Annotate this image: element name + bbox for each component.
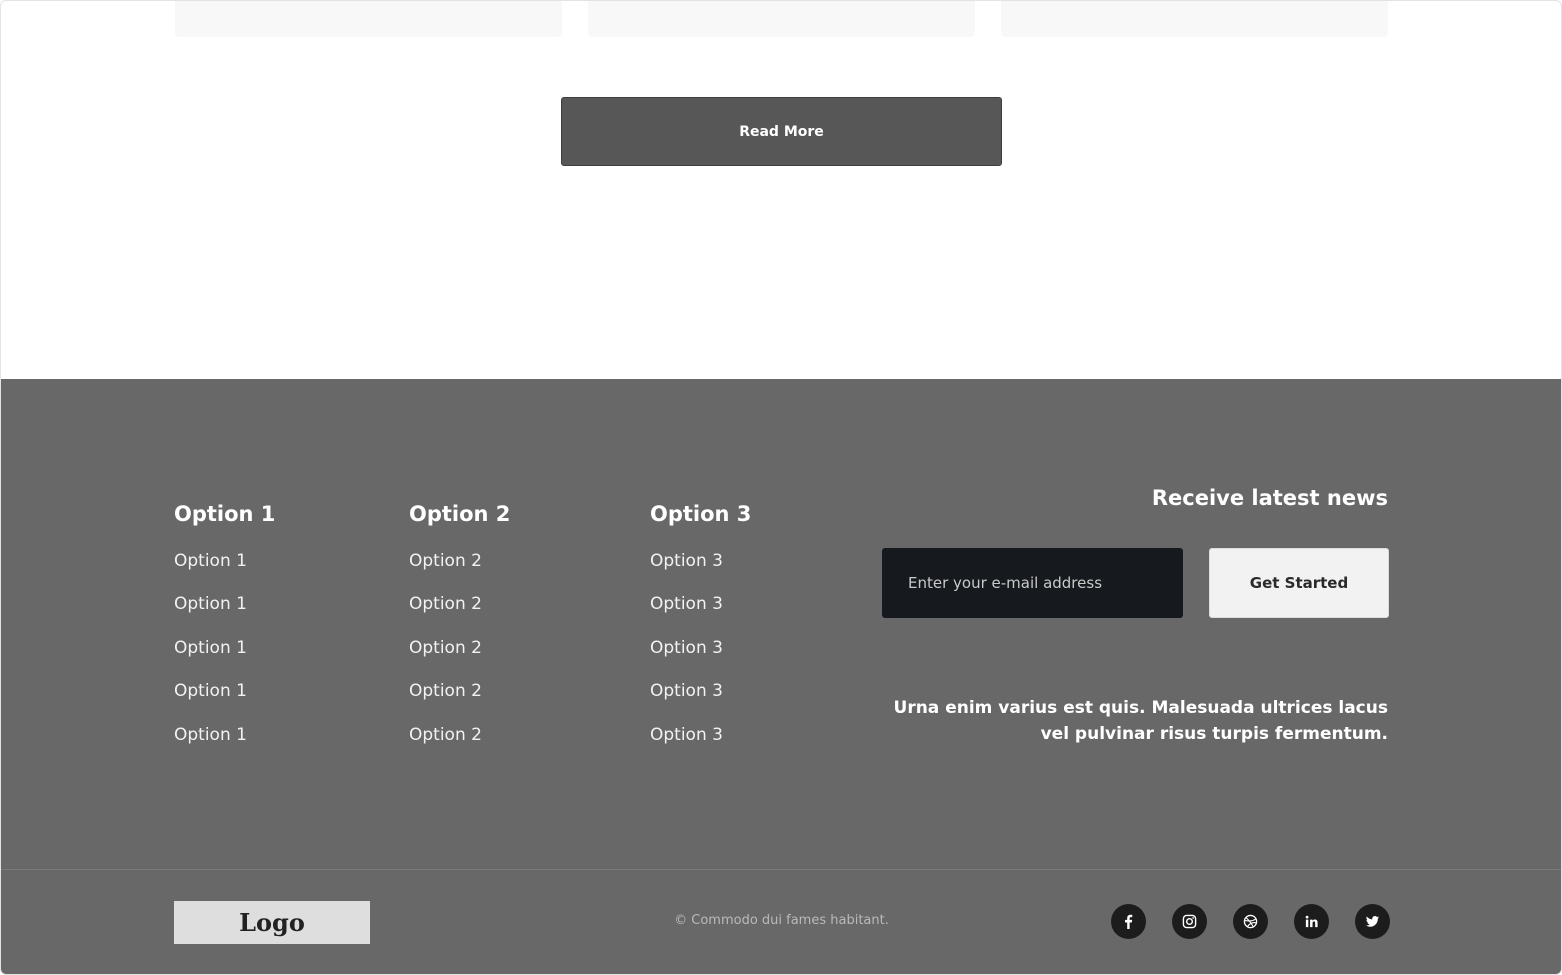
linkedin-icon[interactable] (1294, 904, 1329, 939)
footer-link[interactable]: Option 1 (174, 594, 275, 637)
copyright-text: © Commodo dui fames habitant. (674, 913, 889, 928)
social-links (1111, 904, 1390, 939)
footer-link[interactable]: Option 2 (409, 638, 510, 681)
logo[interactable]: Logo (174, 901, 370, 944)
footer-link[interactable]: Option 1 (174, 551, 275, 594)
footer-column-title: Option 2 (409, 502, 511, 526)
get-started-button[interactable]: Get Started (1209, 548, 1389, 618)
footer-link[interactable]: Option 2 (409, 551, 510, 594)
page: Read More Option 1 Option 1 Option 1 Opt… (0, 0, 1562, 975)
newsletter-description: Urna enim varius est quis. Malesuada ult… (893, 698, 1388, 744)
instagram-icon[interactable] (1172, 904, 1207, 939)
footer-link-list: Option 1 Option 1 Option 1 Option 1 Opti… (174, 551, 275, 768)
footer-link[interactable]: Option 3 (650, 725, 751, 768)
footer-column-1: Option 1 Option 1 Option 1 Option 1 Opti… (174, 499, 275, 768)
footer-link[interactable]: Option 3 (650, 681, 751, 724)
card-placeholder (588, 1, 975, 37)
footer-link[interactable]: Option 3 (650, 638, 751, 681)
facebook-icon[interactable] (1111, 904, 1146, 939)
footer-link[interactable]: Option 2 (409, 681, 510, 724)
footer-column-2: Option 2 Option 2 Option 2 Option 2 Opti… (409, 499, 510, 768)
footer-link[interactable]: Option 1 (174, 681, 275, 724)
footer-column-title: Option 3 (650, 502, 752, 526)
footer-divider (1, 869, 1561, 870)
footer-link[interactable]: Option 2 (409, 725, 510, 768)
card-placeholder (1001, 1, 1388, 37)
card-placeholder (175, 1, 562, 37)
footer: Option 1 Option 1 Option 1 Option 1 Opti… (1, 379, 1561, 974)
twitter-icon[interactable] (1355, 904, 1390, 939)
footer-link-list: Option 3 Option 3 Option 3 Option 3 Opti… (650, 551, 751, 768)
footer-link-list: Option 2 Option 2 Option 2 Option 2 Opti… (409, 551, 510, 768)
email-input[interactable] (882, 548, 1183, 618)
newsletter-title: Receive latest news (1151, 486, 1388, 510)
footer-link[interactable]: Option 3 (650, 594, 751, 637)
read-more-button[interactable]: Read More (561, 97, 1002, 166)
footer-link[interactable]: Option 2 (409, 594, 510, 637)
dribbble-icon[interactable] (1233, 904, 1268, 939)
footer-column-title: Option 1 (174, 502, 276, 526)
footer-link[interactable]: Option 1 (174, 725, 275, 768)
footer-column-3: Option 3 Option 3 Option 3 Option 3 Opti… (650, 499, 751, 768)
footer-link[interactable]: Option 3 (650, 551, 751, 594)
footer-link[interactable]: Option 1 (174, 638, 275, 681)
